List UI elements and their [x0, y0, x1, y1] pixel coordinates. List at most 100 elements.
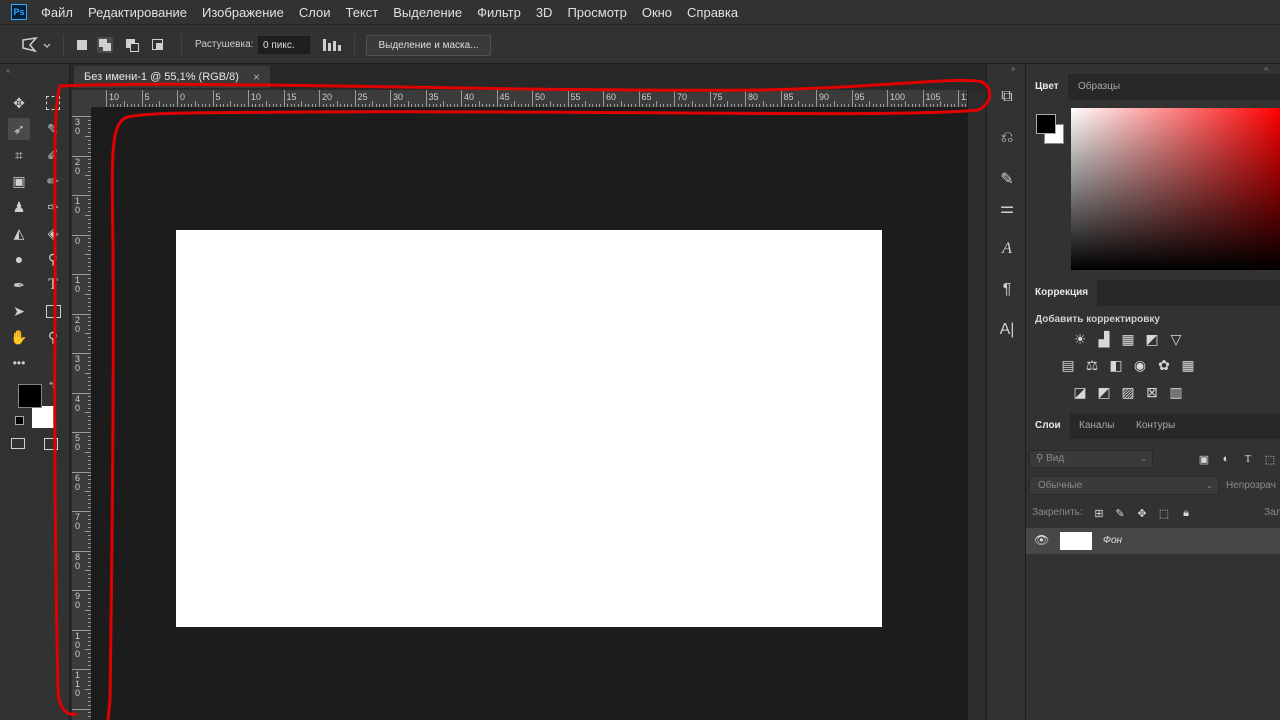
eyedropper-icon[interactable]: ✐ [42, 144, 64, 166]
screen-mode-icon[interactable] [44, 438, 58, 450]
intersect-selection-mode-button[interactable] [150, 37, 166, 53]
move-icon[interactable]: ✥ [8, 92, 30, 114]
crop-icon[interactable]: ⌗ [8, 144, 30, 166]
panel-foreground-swatch[interactable] [1036, 114, 1056, 134]
gradient-map-icon[interactable]: ▥ [1168, 384, 1184, 400]
menu-filter[interactable]: Фильтр [477, 5, 521, 20]
pen-icon[interactable]: ✒ [8, 274, 30, 296]
collapse-toolbar-icon[interactable]: « [6, 66, 10, 75]
lock-artboard-icon[interactable]: ⬚ [1156, 505, 1172, 521]
menu-image[interactable]: Изображение [202, 5, 284, 20]
menu-type[interactable]: Текст [346, 5, 379, 20]
photo-filter-icon[interactable]: ◉ [1132, 357, 1148, 373]
layer-filter-dropdown[interactable]: ⚲ Вид ⌄ [1029, 450, 1153, 468]
threshold-icon[interactable]: ▨ [1120, 384, 1136, 400]
menu-view[interactable]: Просмотр [567, 5, 626, 20]
brush-icon[interactable]: ✎ [42, 118, 64, 140]
menu-help[interactable]: Справка [687, 5, 738, 20]
add-selection-mode-button[interactable] [97, 37, 113, 53]
background-color-swatch[interactable] [32, 406, 54, 428]
levels-icon[interactable]: ▟ [1096, 331, 1112, 347]
invert-icon[interactable]: ◪ [1072, 384, 1088, 400]
tab-layers[interactable]: Слои [1026, 413, 1070, 439]
character-icon[interactable]: A [996, 238, 1018, 260]
vertical-scrollbar[interactable] [967, 90, 986, 720]
tab-paths[interactable]: Контуры [1127, 413, 1184, 439]
adjust-sliders-icon[interactable]: ⚌ [996, 197, 1018, 219]
menu-select[interactable]: Выделение [393, 5, 462, 20]
color-lookup-icon[interactable]: ▦ [1180, 357, 1196, 373]
zoom-icon[interactable]: ⚲ [42, 326, 64, 348]
hand-icon[interactable]: ✋ [8, 326, 30, 348]
ruler-origin[interactable] [72, 90, 92, 108]
pencil-icon[interactable]: ✏ [42, 170, 64, 192]
visibility-eye-icon[interactable]: 👁︎ [1034, 533, 1049, 547]
lock-position-icon[interactable]: ✥ [1134, 505, 1150, 521]
color-picker-field[interactable] [1071, 108, 1280, 270]
black-white-icon[interactable]: ◧ [1108, 357, 1124, 373]
menu-file[interactable]: Файл [41, 5, 73, 20]
tab-swatches[interactable]: Образцы [1069, 74, 1129, 100]
menu-layers[interactable]: Слои [299, 5, 331, 20]
lock-pixels-icon[interactable]: ✎ [1112, 505, 1128, 521]
horizontal-ruler[interactable]: 10 5 0 5 10 15 20 25 30 35 40 45 50 55 60 65 70 75 80 85 90 9… [92, 90, 967, 108]
foreground-color-swatch[interactable] [18, 384, 42, 408]
channel-mixer-icon[interactable]: ✿ [1156, 357, 1172, 373]
selective-color-icon[interactable]: ⊠ [1144, 384, 1160, 400]
dodge-icon[interactable]: ⚲ [42, 248, 64, 270]
menu-edit[interactable]: Редактирование [88, 5, 187, 20]
swap-colors-icon[interactable]: ↰ [48, 380, 56, 391]
more-icon[interactable]: ••• [8, 352, 30, 374]
vibrance-icon[interactable]: ▽ [1168, 331, 1184, 347]
posterize-icon[interactable]: ◩ [1096, 384, 1112, 400]
vertical-ruler[interactable]: 3 0 2 0 1 0 0 1 0 2 0 3 0 4 0 5 0 6 0 7 0 8 0 9 0 1 0… [72, 108, 92, 720]
anti-alias-icon[interactable] [322, 37, 344, 53]
lock-all-icon[interactable]: 🔒︎ [1178, 505, 1194, 521]
tab-adjustments[interactable]: Коррекция [1026, 280, 1098, 306]
feather-input[interactable]: 0 пикс. [258, 36, 310, 54]
exposure-icon[interactable]: ◩ [1144, 331, 1160, 347]
layer-row[interactable]: 👁︎ Фон [1026, 528, 1280, 554]
blur-icon[interactable]: ● [8, 248, 30, 270]
quick-mask-icon[interactable] [11, 438, 25, 449]
default-colors-icon[interactable] [15, 416, 24, 425]
path-select-icon[interactable]: ➤ [8, 300, 30, 322]
document-tab[interactable]: Без имени-1 @ 55,1% (RGB/8) × [74, 66, 270, 88]
menu-3d[interactable]: 3D [536, 5, 553, 20]
3d-icon[interactable]: ⧉ [996, 86, 1018, 108]
glyphs-icon[interactable]: A| [996, 319, 1018, 341]
expand-panels-icon[interactable]: » [1011, 64, 1015, 73]
tab-color[interactable]: Цвет [1026, 74, 1068, 100]
brush-settings-icon[interactable]: ✎ [996, 168, 1018, 190]
marquee-icon[interactable] [42, 92, 64, 114]
lasso-icon[interactable]: ➶ [8, 118, 30, 140]
history-icon[interactable]: ⎌ [996, 127, 1018, 149]
collapse-panels-icon[interactable]: « [1264, 64, 1268, 73]
document-canvas[interactable] [176, 230, 882, 627]
frame-icon[interactable]: ▣ [8, 170, 30, 192]
curves-icon[interactable]: ▦ [1120, 331, 1136, 347]
filter-type-icon[interactable]: T [1240, 451, 1256, 467]
paragraph-icon[interactable]: ¶ [996, 279, 1018, 301]
close-icon[interactable]: × [253, 66, 260, 88]
hue-saturation-icon[interactable]: ▤ [1060, 357, 1076, 373]
history-brush-icon[interactable]: ✑ [42, 196, 64, 218]
color-balance-icon[interactable]: ⚖ [1084, 357, 1100, 373]
bucket-icon[interactable]: ◈ [42, 222, 64, 244]
menu-window[interactable]: Окно [642, 5, 672, 20]
rectangle-icon[interactable] [42, 300, 64, 322]
select-and-mask-button[interactable]: Выделение и маска... [366, 35, 491, 56]
filter-adjustment-icon[interactable]: ◐ [1218, 451, 1234, 467]
tab-channels[interactable]: Каналы [1070, 413, 1124, 439]
brightness-icon[interactable]: ☀ [1072, 331, 1088, 347]
filter-shape-icon[interactable]: ⬚ [1262, 451, 1278, 467]
subtract-selection-mode-button[interactable] [124, 37, 140, 53]
new-selection-mode-button[interactable] [74, 37, 90, 53]
blend-mode-dropdown[interactable]: Обычные ⌄ [1029, 476, 1219, 495]
eraser-icon[interactable]: ◭ [8, 222, 30, 244]
stamp-icon[interactable]: ♟ [8, 196, 30, 218]
type-icon[interactable]: T [42, 274, 64, 296]
lock-transparent-icon[interactable]: ⊞ [1091, 505, 1107, 521]
lasso-tool-preset-icon[interactable] [20, 35, 52, 55]
filter-pixel-icon[interactable]: ▣ [1196, 451, 1212, 467]
